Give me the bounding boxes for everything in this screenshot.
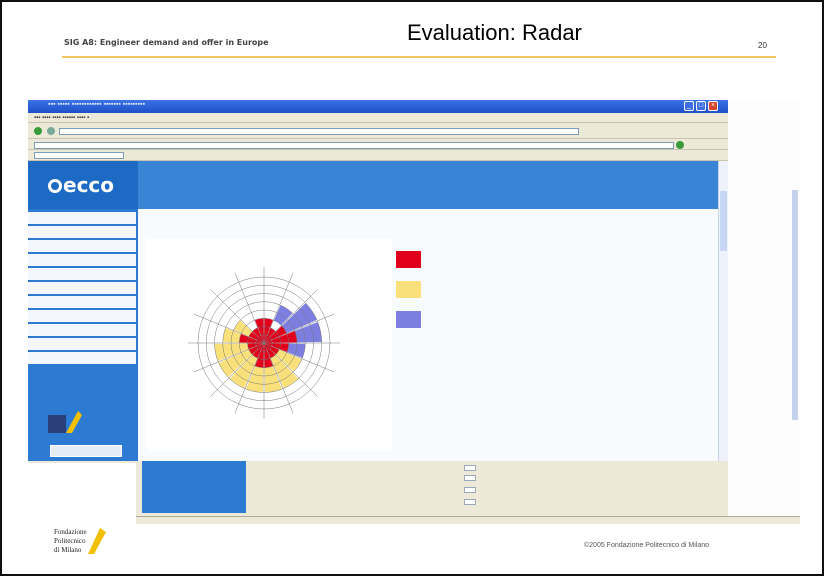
legend-swatch-blue [396, 311, 421, 328]
scrollbar-thumb[interactable] [720, 191, 727, 251]
radar-legend [396, 251, 636, 341]
slide-cutout [28, 463, 136, 524]
sidebar-item[interactable] [28, 296, 136, 309]
legend-row-yellow [396, 281, 636, 307]
page-scrollbar[interactable] [718, 161, 728, 461]
slide-header-rule [62, 56, 776, 58]
slide-header-subtitle: SIG A8: Engineer demand and offer in Eur… [64, 38, 269, 47]
sidebar-item[interactable] [28, 268, 136, 281]
skill-select[interactable] [464, 499, 476, 505]
background-window-edge [728, 100, 800, 524]
legend-row-blue [396, 311, 636, 337]
go-icon[interactable] [675, 141, 684, 149]
sidebar-button[interactable] [50, 445, 122, 457]
sidebar-item[interactable] [28, 254, 136, 267]
background-scrollbar [792, 190, 798, 420]
slide-title: Evaluation: Radar [407, 20, 582, 45]
site-logo[interactable]: ecco [48, 173, 114, 197]
browser-addressbar [28, 139, 728, 150]
logo-ring-icon [48, 179, 62, 193]
foundation-logo-icon [48, 411, 82, 433]
toolbar-strip [59, 127, 580, 135]
skill-select[interactable] [464, 475, 476, 481]
site-banner: ecco [28, 161, 718, 209]
skill-select[interactable] [464, 465, 476, 471]
forward-icon[interactable] [46, 127, 55, 135]
web-page: ecco [28, 161, 718, 461]
slide-page-number: 20 [758, 41, 767, 50]
sidebar-item[interactable] [28, 212, 136, 225]
embedded-browser-screenshot: ▪▪▪ ▪▪▪▪▪ ▪▪▪▪▪▪▪▪▪▪▪▪ ▪▪▪▪▪▪▪ ▪▪▪▪▪▪▪▪▪… [28, 100, 800, 524]
close-icon[interactable]: × [708, 101, 718, 111]
browser-statusbar [28, 516, 800, 524]
maximize-icon[interactable]: □ [696, 101, 706, 111]
minimize-icon[interactable]: _ [684, 101, 694, 111]
browser-linksbar [28, 150, 728, 161]
sidebar-item[interactable] [28, 352, 136, 365]
sidebar-item[interactable] [28, 310, 136, 323]
skill-select[interactable] [464, 487, 476, 493]
fondazione-politecnico-logo-icon: Fondazione Politecnico di Milano [54, 528, 106, 554]
legend-swatch-red [396, 251, 421, 268]
radar-chart-panel [146, 239, 392, 451]
page-content [138, 209, 718, 461]
svg-text:di Milano: di Milano [54, 546, 82, 554]
svg-text:Politecnico: Politecnico [54, 537, 86, 545]
banner-stripe [138, 161, 718, 209]
legend-swatch-yellow [396, 281, 421, 298]
address-input[interactable] [34, 141, 674, 149]
logo-text: ecco [63, 173, 115, 197]
site-sidebar [28, 209, 138, 461]
legend-row-red [396, 251, 636, 277]
browser-title-text: ▪▪▪ ▪▪▪▪▪ ▪▪▪▪▪▪▪▪▪▪▪▪ ▪▪▪▪▪▪▪ ▪▪▪▪▪▪▪▪▪ [48, 101, 146, 108]
sidebar-item[interactable] [28, 338, 136, 351]
back-icon[interactable] [34, 127, 42, 135]
second-window-sidebar [142, 461, 246, 513]
sidebar-item[interactable] [28, 282, 136, 295]
sidebar-item[interactable] [28, 240, 136, 253]
browser-titlebar: ▪▪▪ ▪▪▪▪▪ ▪▪▪▪▪▪▪▪▪▪▪▪ ▪▪▪▪▪▪▪ ▪▪▪▪▪▪▪▪▪… [28, 100, 728, 113]
browser-menubar[interactable]: ▪▪▪ ▪▪▪▪ ▪▪▪▪ ▪▪▪▪▪▪ ▪▪▪▪ ▪ [28, 113, 728, 123]
copyright-notice: ©2005 Fondazione Politecnico di Milano [584, 542, 710, 549]
sidebar-item[interactable] [28, 324, 136, 337]
search-input[interactable] [34, 152, 124, 159]
browser-toolbar[interactable] [28, 123, 728, 139]
skills-form [370, 461, 488, 513]
sidebar-item[interactable] [28, 226, 136, 239]
svg-text:Fondazione: Fondazione [54, 528, 87, 536]
radar-chart [188, 267, 340, 419]
